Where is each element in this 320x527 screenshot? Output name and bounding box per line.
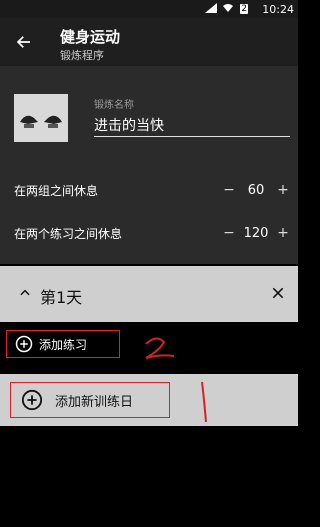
clock: 10:24 (262, 2, 294, 16)
annotation-mark-2 (145, 337, 175, 359)
rest-between-exercises-label: 在两个练习之间休息 (14, 226, 123, 241)
app-bar: 健身运动 锻炼程序 (0, 18, 298, 66)
rest-between-sets-decrement[interactable]: − (222, 182, 236, 198)
add-exercise-label: 添加练习 (39, 337, 88, 352)
workout-thumbnail[interactable] (14, 94, 68, 142)
rest-between-exercises-increment[interactable]: + (276, 225, 290, 241)
remove-day-button[interactable] (267, 282, 289, 304)
plus-circle-icon (15, 335, 33, 353)
add-training-day-label: 添加新训练日 (55, 394, 134, 410)
rest-between-exercises-decrement[interactable]: − (222, 225, 236, 241)
add-exercise-button[interactable]: 添加练习 (6, 330, 120, 358)
workout-name-label: 锻炼名称 (94, 100, 134, 111)
day-header: 第1天 (0, 266, 298, 322)
rest-between-exercises-row: 在两个练习之间休息 − 120 + (14, 222, 290, 244)
signal-icon (205, 2, 218, 16)
status-icons: 2 10:24 (205, 0, 294, 18)
close-icon (272, 287, 284, 299)
workout-settings-panel: 锻炼名称 进击的当快 在两组之间休息 − 60 + 在两个练习之间休息 − 12… (0, 66, 298, 264)
battery-level: 2 (241, 4, 248, 14)
chevron-up-icon (20, 289, 30, 296)
rest-between-sets-increment[interactable]: + (276, 182, 290, 198)
back-button[interactable] (12, 30, 36, 54)
workout-name-input[interactable]: 进击的当快 (94, 116, 290, 137)
arrow-left-icon (16, 36, 30, 48)
wifi-icon (222, 3, 234, 16)
status-bar: 2 10:24 (0, 0, 298, 18)
rest-between-sets-row: 在两组之间休息 − 60 + (14, 179, 290, 201)
day-title: 第1天 (40, 288, 83, 307)
battery-icon: 2 (239, 3, 257, 15)
plus-circle-icon (21, 389, 43, 411)
add-training-day-button[interactable]: 添加新训练日 (10, 382, 170, 418)
rest-between-exercises-value: 120 (243, 225, 269, 241)
annotation-mark-1 (201, 381, 207, 423)
page-subtitle: 锻炼程序 (60, 49, 104, 62)
collapse-day-button[interactable] (16, 284, 34, 302)
rest-between-sets-label: 在两组之间休息 (14, 183, 99, 198)
page-title: 健身运动 (60, 28, 121, 46)
rest-between-sets-value: 60 (247, 182, 265, 198)
